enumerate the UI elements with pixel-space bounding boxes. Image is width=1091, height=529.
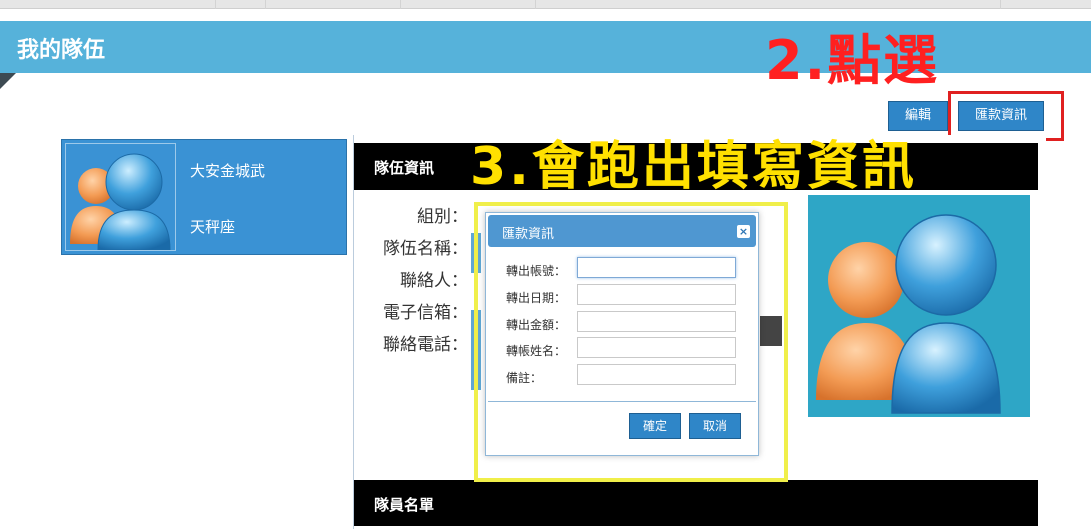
members-title: 隊員名單 [374, 496, 435, 514]
users-icon [816, 214, 1001, 414]
transfer-name-label: 轉帳姓名： [506, 344, 567, 358]
transfer-date-label: 轉出日期： [506, 291, 567, 305]
team-info-title: 隊伍資訊 [374, 159, 435, 177]
transfer-amount-input[interactable] [577, 311, 736, 332]
transfer-account-label: 轉出帳號： [506, 264, 567, 278]
modal-divider [488, 401, 756, 402]
transfer-name-input[interactable] [577, 337, 736, 358]
members-bar: 隊員名單 [354, 480, 1038, 526]
field-label-email: 電子信箱： [383, 303, 468, 323]
transfer-account-input[interactable] [577, 257, 736, 278]
annotation-red-highlight [948, 91, 1064, 141]
remittance-modal: 匯款資訊 × 轉出帳號： 轉出日期： 轉出金額： 轉帳姓名： 備註： 確定 取消 [485, 212, 759, 456]
team-subtitle: 天秤座 [190, 218, 236, 236]
users-icon [70, 153, 171, 250]
field-label-group: 組別： [417, 207, 468, 227]
team-large-avatar [808, 195, 1030, 417]
team-card[interactable]: 大安金城武 天秤座 [61, 139, 347, 255]
field-label-contact: 聯絡人： [400, 271, 468, 291]
field-label-team-name: 隊伍名稱： [383, 239, 468, 259]
remarks-input[interactable] [577, 364, 736, 385]
field-label-phone: 聯絡電話： [383, 335, 468, 355]
team-avatar [65, 143, 176, 251]
annotation-step3: 3.會跑出填寫資訊 [470, 137, 917, 197]
transfer-amount-label: 轉出金額： [506, 318, 567, 332]
close-icon[interactable]: × [737, 225, 750, 238]
team-name: 大安金城武 [190, 162, 266, 180]
top-strip [0, 0, 1091, 9]
annotation-step2: 2.點選 [765, 29, 940, 92]
confirm-button[interactable]: 確定 [629, 413, 681, 439]
remarks-label: 備註： [506, 371, 543, 385]
modal-header: 匯款資訊 × [488, 215, 756, 247]
edit-button[interactable]: 編輯 [888, 101, 948, 131]
corner-triangle-icon [0, 73, 16, 89]
cancel-button[interactable]: 取消 [689, 413, 741, 439]
modal-title: 匯款資訊 [502, 227, 555, 242]
page-title: 我的隊伍 [17, 38, 106, 63]
transfer-date-input[interactable] [577, 284, 736, 305]
